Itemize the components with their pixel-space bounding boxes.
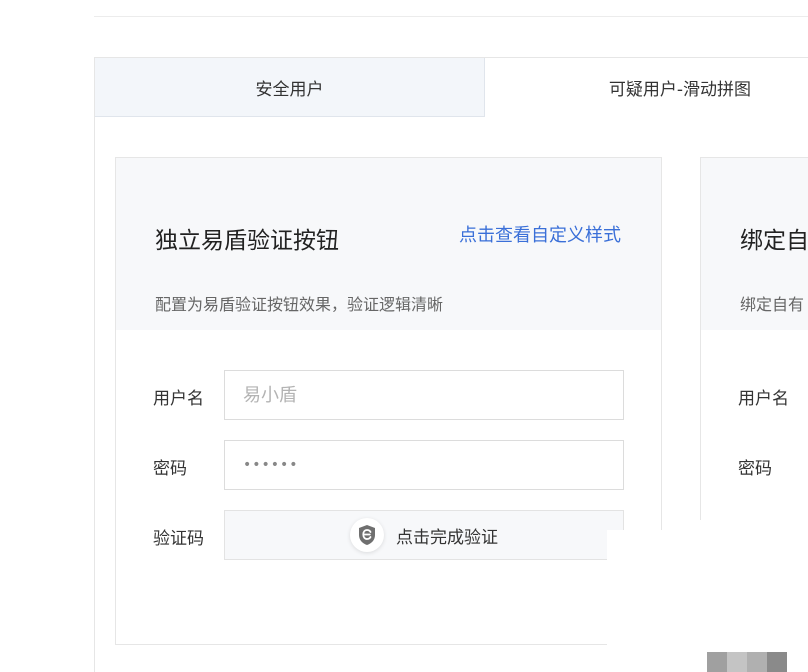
captcha-verify-button[interactable]: 点击完成验证 <box>224 510 624 560</box>
tab-safe-user[interactable]: 安全用户 <box>95 58 485 117</box>
username-input[interactable] <box>224 370 624 420</box>
captcha-label: 验证码 <box>153 529 204 549</box>
captcha-button-text: 点击完成验证 <box>396 527 498 548</box>
username-label: 用户名 <box>153 389 204 409</box>
password-input[interactable] <box>224 440 624 490</box>
card-description: 绑定自有 <box>740 295 805 314</box>
pixelated-corner <box>707 652 808 672</box>
top-divider <box>94 16 808 17</box>
card-title: 独立易盾验证按钮 <box>155 228 339 254</box>
shield-e-icon <box>350 518 384 552</box>
password-label: 密码 <box>153 459 187 479</box>
card-description: 配置为易盾验证按钮效果，验证逻辑清晰 <box>155 295 444 314</box>
custom-style-link[interactable]: 点击查看自定义样式 <box>459 221 621 247</box>
blank-area <box>662 520 808 672</box>
username-label: 用户名 <box>738 389 789 409</box>
password-label: 密码 <box>738 459 772 479</box>
card-title: 绑定自 <box>740 228 808 254</box>
standalone-button-card: 独立易盾验证按钮 点击查看自定义样式 配置为易盾验证按钮效果，验证逻辑清晰 用户… <box>115 157 662 645</box>
bind-own-button-card: 绑定自 绑定自有 用户名 密码 <box>700 157 808 537</box>
tab-bar: 安全用户 可疑用户-滑动拼图 <box>95 58 808 117</box>
card-header: 独立易盾验证按钮 点击查看自定义样式 配置为易盾验证按钮效果，验证逻辑清晰 <box>116 158 661 330</box>
captcha-demo-page: 安全用户 可疑用户-滑动拼图 独立易盾验证按钮 点击查看自定义样式 配置为易盾验… <box>0 0 808 672</box>
card-header: 绑定自 绑定自有 <box>701 158 808 330</box>
tab-suspect-user[interactable]: 可疑用户-滑动拼图 <box>485 58 808 117</box>
